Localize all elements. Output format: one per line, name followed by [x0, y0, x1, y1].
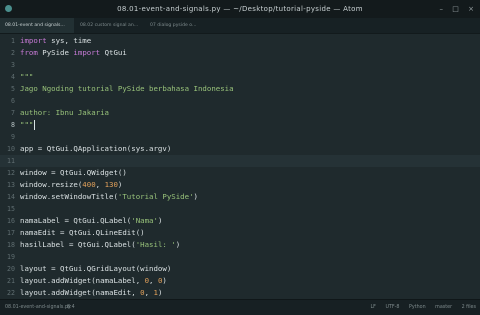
- code-text: window.setWindowTitle(: [20, 192, 118, 201]
- code-line: layout.addWidget(namaLabel, 0, 0): [20, 275, 167, 287]
- line-number: 13: [7, 181, 15, 189]
- code-line-docstring: Jago Ngoding tutorial PySide berbahasa I…: [20, 84, 234, 93]
- keyword: from: [20, 48, 38, 57]
- code-line: layout.addWidget(namaEdit, 0, 1): [20, 287, 162, 299]
- git-changes[interactable]: 2 files: [462, 305, 476, 310]
- window-title: 08.01-event-and-signals.py — ~/Desktop/t…: [117, 5, 363, 13]
- line-number: 9: [11, 133, 15, 141]
- code-text: """: [20, 120, 34, 129]
- line-number: 19: [7, 253, 15, 261]
- number-literal: 130: [104, 180, 118, 189]
- code-line: namaLabel = QtGui.QLabel('Nama'): [20, 215, 162, 227]
- line-number: 5: [11, 85, 15, 93]
- keyword: import: [73, 48, 101, 57]
- tab-event-and-signals[interactable]: 08.01-event and signals...: [0, 18, 74, 33]
- git-branch[interactable]: master: [435, 305, 452, 310]
- code-text: layout.addWidget(namaEdit,: [20, 288, 141, 297]
- line-number: 18: [7, 241, 15, 249]
- line-number: 3: [11, 61, 15, 69]
- window-controls: – □ ×: [433, 0, 474, 18]
- line-number: 15: [7, 205, 15, 213]
- line-number: 20: [7, 265, 15, 273]
- string-literal: 'Hasil: ': [135, 240, 176, 249]
- status-right: LF UTF-8 Python master 2 files: [363, 300, 477, 315]
- tab-bar: 08.01-event and signals... 08.02 custom …: [0, 18, 480, 34]
- code-text: layout.addWidget(namaLabel,: [20, 276, 145, 285]
- line-number: 17: [7, 229, 15, 237]
- code-line-docstring: author: Ibnu Jakaria: [20, 108, 109, 117]
- code-text: ,: [144, 288, 154, 297]
- string-literal: 'Tutorial PySide': [117, 192, 194, 201]
- string-literal: 'Nama': [131, 216, 158, 225]
- line-number: 10: [7, 145, 15, 153]
- tab-custom-signal[interactable]: 08.02 custom signal an...: [75, 18, 144, 33]
- status-file-name[interactable]: 08.01-event-and-signals.py: [5, 300, 71, 315]
- line-number: 22: [7, 289, 15, 297]
- cursor-position[interactable]: 8:4: [67, 300, 75, 315]
- line-number: 11: [7, 157, 15, 165]
- code-text: window.resize(: [20, 180, 83, 189]
- line-number: 16: [7, 217, 15, 225]
- line-number-current: 8: [11, 121, 15, 129]
- code-text: ): [175, 240, 181, 249]
- code-line: layout = QtGui.QGridLayout(window): [20, 264, 172, 273]
- title-bar: 08.01-event-and-signals.py — ~/Desktop/t…: [0, 0, 480, 18]
- code-line: window = QtGui.QWidget(): [20, 168, 127, 177]
- line-number: 1: [11, 37, 15, 45]
- code-line-docstring: """: [20, 72, 34, 81]
- number-literal: 400: [82, 180, 96, 189]
- tab-dialog-pyside[interactable]: 07 dialog pyside o...: [145, 18, 219, 33]
- maximize-button[interactable]: □: [452, 5, 459, 13]
- keyword: import: [20, 36, 47, 45]
- code-text: ): [162, 276, 167, 285]
- line-number: 12: [7, 169, 15, 177]
- file-encoding[interactable]: UTF-8: [385, 305, 399, 310]
- grammar-selector[interactable]: Python: [409, 305, 426, 310]
- code-line: from PySide import QtGui: [20, 47, 127, 59]
- code-line: window.resize(400, 130): [20, 179, 122, 191]
- code-text: ): [157, 216, 163, 225]
- code-line: import sys, time: [20, 35, 91, 47]
- code-text: ,: [95, 180, 105, 189]
- line-number: 21: [7, 277, 15, 285]
- code-editor[interactable]: 1 2 3 4 5 6 7 8 9 10 11 12 13 14 15 16 1…: [0, 34, 480, 299]
- code-text: ,: [149, 276, 158, 285]
- code-text: QtGui: [100, 48, 127, 57]
- code-text: hasilLabel = QtGui.QLabel(: [20, 240, 136, 249]
- code-line: hasilLabel = QtGui.QLabel('Hasil: '): [20, 239, 180, 251]
- line-number-gutter: 1 2 3 4 5 6 7 8 9 10 11 12 13 14 15 16 1…: [0, 34, 20, 299]
- code-text: namaLabel = QtGui.QLabel(: [20, 216, 132, 225]
- line-number: 2: [11, 49, 15, 57]
- status-bar: 08.01-event-and-signals.py 8:4 LF UTF-8 …: [0, 299, 480, 315]
- line-number: 4: [11, 73, 15, 81]
- code-line-current: """: [20, 119, 36, 131]
- code-text: ): [117, 180, 123, 189]
- line-number: 7: [11, 109, 15, 117]
- code-line: namaEdit = QtGui.QLineEdit(): [20, 228, 145, 237]
- code-line: app = QtGui.QApplication(sys.argv): [20, 144, 172, 153]
- line-number: 14: [7, 193, 15, 201]
- close-button[interactable]: ×: [468, 5, 474, 13]
- code-text: PySide: [37, 48, 74, 57]
- code-text: sys, time: [46, 36, 92, 45]
- line-number: 6: [11, 97, 15, 105]
- code-area[interactable]: import sys, time from PySide import QtGu…: [20, 34, 480, 299]
- text-cursor: [34, 120, 36, 130]
- code-text: ): [157, 288, 163, 297]
- minimize-button[interactable]: –: [440, 5, 444, 13]
- code-text: ): [193, 192, 198, 201]
- code-line: window.setWindowTitle('Tutorial PySide'): [20, 191, 198, 203]
- line-ending[interactable]: LF: [371, 305, 376, 310]
